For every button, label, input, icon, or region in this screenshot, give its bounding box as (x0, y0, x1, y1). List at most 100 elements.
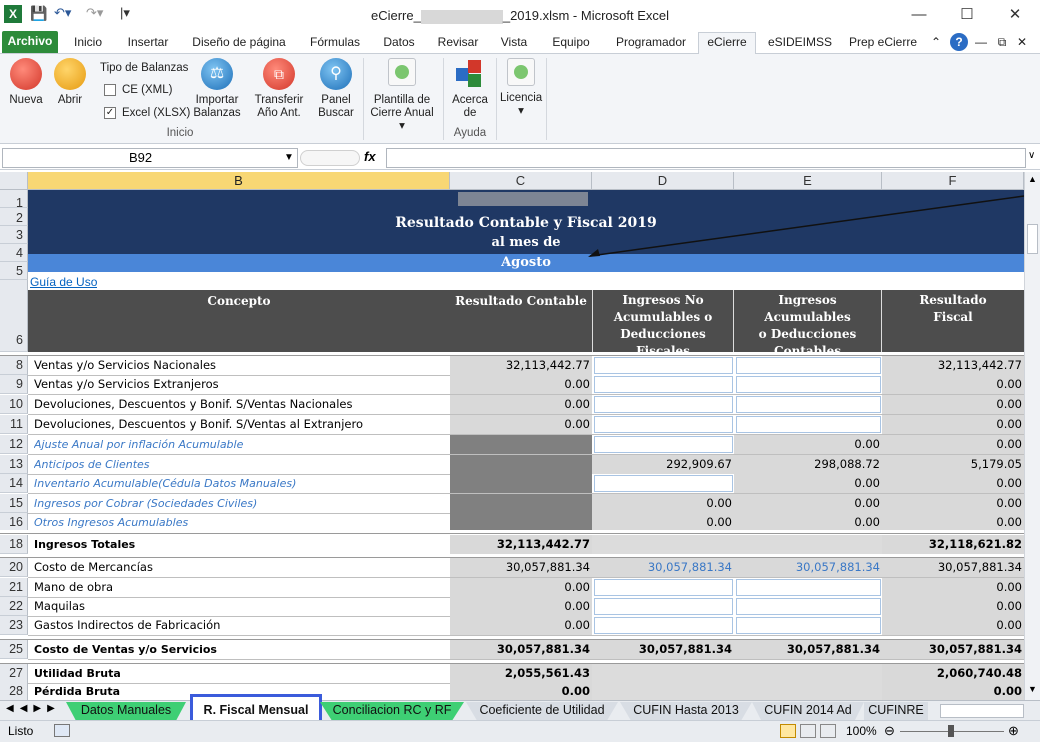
row-header[interactable]: 4 (0, 244, 28, 262)
value-e (734, 682, 882, 700)
row-header[interactable]: 9 (0, 375, 28, 394)
tab-equipo[interactable]: Equipo (544, 33, 598, 54)
row-header[interactable]: 28 (0, 682, 28, 700)
licencia-button[interactable]: Licencia ▾ (500, 58, 542, 118)
sheet-tab-conciliacion[interactable]: Conciliacion RC y RF (320, 702, 464, 720)
sheet-tab-cufinre[interactable]: CUFINRE (864, 702, 928, 720)
tab-inicio[interactable]: Inicio (68, 33, 108, 54)
value-c: 32,113,442.77 (496, 537, 590, 551)
formula-zoom-control[interactable] (300, 150, 360, 166)
tab-archivo[interactable]: Archivo (2, 31, 58, 53)
page-break-icon[interactable] (820, 724, 836, 738)
row-header[interactable]: 14 (0, 474, 28, 493)
horizontal-scrollbar[interactable] (940, 704, 1024, 718)
page-layout-icon[interactable] (800, 724, 816, 738)
zoom-out-icon[interactable]: ⊖ (884, 723, 895, 739)
row-header[interactable]: 2 (0, 208, 28, 226)
sheet-tab-cufin-2014[interactable]: CUFIN 2014 Ad (752, 702, 864, 720)
formula-input[interactable] (386, 148, 1026, 168)
window-title: eCierre_ _2019.xlsm - Microsoft Excel (370, 8, 670, 24)
column-header-b[interactable]: B (28, 172, 450, 190)
value-f: 0.00 (993, 684, 1022, 698)
concept-label: Devoluciones, Descuentos y Bonif. S/Vent… (34, 397, 353, 411)
close-doc-icon[interactable]: ✕ (1014, 33, 1030, 54)
row-header[interactable]: 10 (0, 395, 28, 414)
tab-revisar[interactable]: Revisar (432, 33, 484, 54)
zoom-slider-thumb[interactable] (948, 725, 954, 737)
ce-xml-checkbox[interactable]: CE (XML) (104, 84, 172, 97)
row-header[interactable]: 27 (0, 664, 28, 683)
row-header[interactable]: 21 (0, 578, 28, 597)
row-header[interactable]: 1 (0, 190, 28, 210)
row-header[interactable]: 20 (0, 558, 28, 577)
nueva-button[interactable]: Nueva (6, 58, 46, 107)
search-icon: ⚲ (320, 58, 352, 90)
value-d (592, 375, 734, 394)
value-c (450, 474, 592, 493)
formula-bar: B92 ▼ fx ∨ (0, 146, 1040, 170)
tab-vista[interactable]: Vista (494, 33, 534, 54)
column-header-c[interactable]: C (450, 172, 592, 190)
sheet-nav-arrows[interactable]: ◀◀▶▶ (6, 703, 61, 714)
column-header-e[interactable]: E (734, 172, 882, 190)
sheet-tab-datos-manuales[interactable]: Datos Manuales (66, 702, 186, 720)
ribbon-collapse-icon[interactable]: ⌃ (928, 33, 944, 54)
tab-datos[interactable]: Datos (376, 33, 422, 54)
tab-esideimss[interactable]: eSIDEIMSS (764, 33, 836, 54)
minimize-button[interactable]: — (904, 4, 934, 26)
normal-view-icon[interactable] (780, 724, 796, 738)
macro-record-icon[interactable] (54, 724, 70, 737)
acerca-de-button[interactable]: Acerca de (448, 58, 492, 120)
vertical-scrollbar[interactable]: ▲ ▼ (1024, 172, 1040, 700)
scroll-down-icon[interactable]: ▼ (1028, 684, 1037, 694)
row-header[interactable]: 18 (0, 535, 28, 554)
column-header-f[interactable]: F (882, 172, 1024, 190)
expand-formula-icon[interactable]: ∨ (1028, 150, 1035, 161)
tab-programador[interactable]: Programador (608, 33, 694, 54)
row-header[interactable]: 23 (0, 616, 28, 635)
name-box[interactable]: B92 (2, 148, 298, 168)
tab-formulas[interactable]: Fórmulas (304, 33, 366, 54)
scroll-thumb[interactable] (1027, 224, 1038, 254)
row-header[interactable]: 6 (0, 280, 28, 352)
plantilla-button[interactable]: Plantilla de Cierre Anual ▾ (366, 58, 438, 133)
row-header[interactable]: 8 (0, 356, 28, 375)
scroll-up-icon[interactable]: ▲ (1028, 174, 1037, 184)
row-header[interactable]: 15 (0, 494, 28, 513)
row-header[interactable]: 13 (0, 455, 28, 474)
close-button[interactable]: ✕ (1000, 4, 1030, 26)
tab-ecierre[interactable]: eCierre (698, 32, 756, 55)
header-resultado-fiscal: Resultado Fiscal (919, 293, 987, 324)
row-header[interactable]: 25 (0, 640, 28, 659)
fx-icon[interactable]: fx (364, 149, 376, 164)
column-header-d[interactable]: D (592, 172, 734, 190)
value-f: 30,057,881.34 (937, 560, 1022, 574)
row-header[interactable]: 11 (0, 415, 28, 434)
row-header[interactable]: 22 (0, 597, 28, 616)
value-f: 0.00 (996, 397, 1022, 411)
sheet-tab-cufin-2013[interactable]: CUFIN Hasta 2013 (620, 702, 752, 720)
tab-diseno[interactable]: Diseño de página (186, 33, 292, 54)
tab-prep-ecierre[interactable]: Prep eCierre (844, 33, 922, 54)
window-doc-icon[interactable]: ⧉ (994, 33, 1010, 54)
name-box-dropdown-icon[interactable]: ▼ (284, 152, 294, 163)
guia-de-uso-link[interactable]: Guía de Uso (30, 273, 97, 291)
abrir-button[interactable]: Abrir (50, 58, 90, 107)
sheet-tab-coeficiente[interactable]: Coeficiente de Utilidad (466, 702, 618, 720)
zoom-in-icon[interactable]: ⊕ (1008, 723, 1019, 739)
excel-xlsx-checkbox[interactable]: ✓ Excel (XLSX) (104, 107, 190, 120)
transferir-button[interactable]: ⧉ Transferir Año Ant. (252, 58, 306, 120)
panel-buscar-button[interactable]: ⚲ Panel Buscar (314, 58, 358, 120)
tipo-balanzas-label: Tipo de Balanzas (100, 62, 189, 74)
row-header[interactable]: 3 (0, 226, 28, 244)
help-icon[interactable]: ? (950, 33, 968, 51)
importar-balanzas-button[interactable]: ⚖ Importar Balanzas (190, 58, 244, 120)
tab-insertar[interactable]: Insertar (120, 33, 176, 54)
row-header[interactable]: 5 (0, 262, 28, 280)
select-all-corner[interactable] (0, 172, 28, 190)
maximize-button[interactable]: ☐ (952, 4, 982, 26)
title-bar: X 💾 ↶▾ ↷▾ |▾ eCierre_ _2019.xlsm - Micros… (0, 0, 1040, 30)
row-header[interactable]: 12 (0, 435, 28, 454)
zoom-level[interactable]: 100% (846, 724, 877, 738)
restore-doc-icon[interactable]: — (974, 33, 988, 54)
